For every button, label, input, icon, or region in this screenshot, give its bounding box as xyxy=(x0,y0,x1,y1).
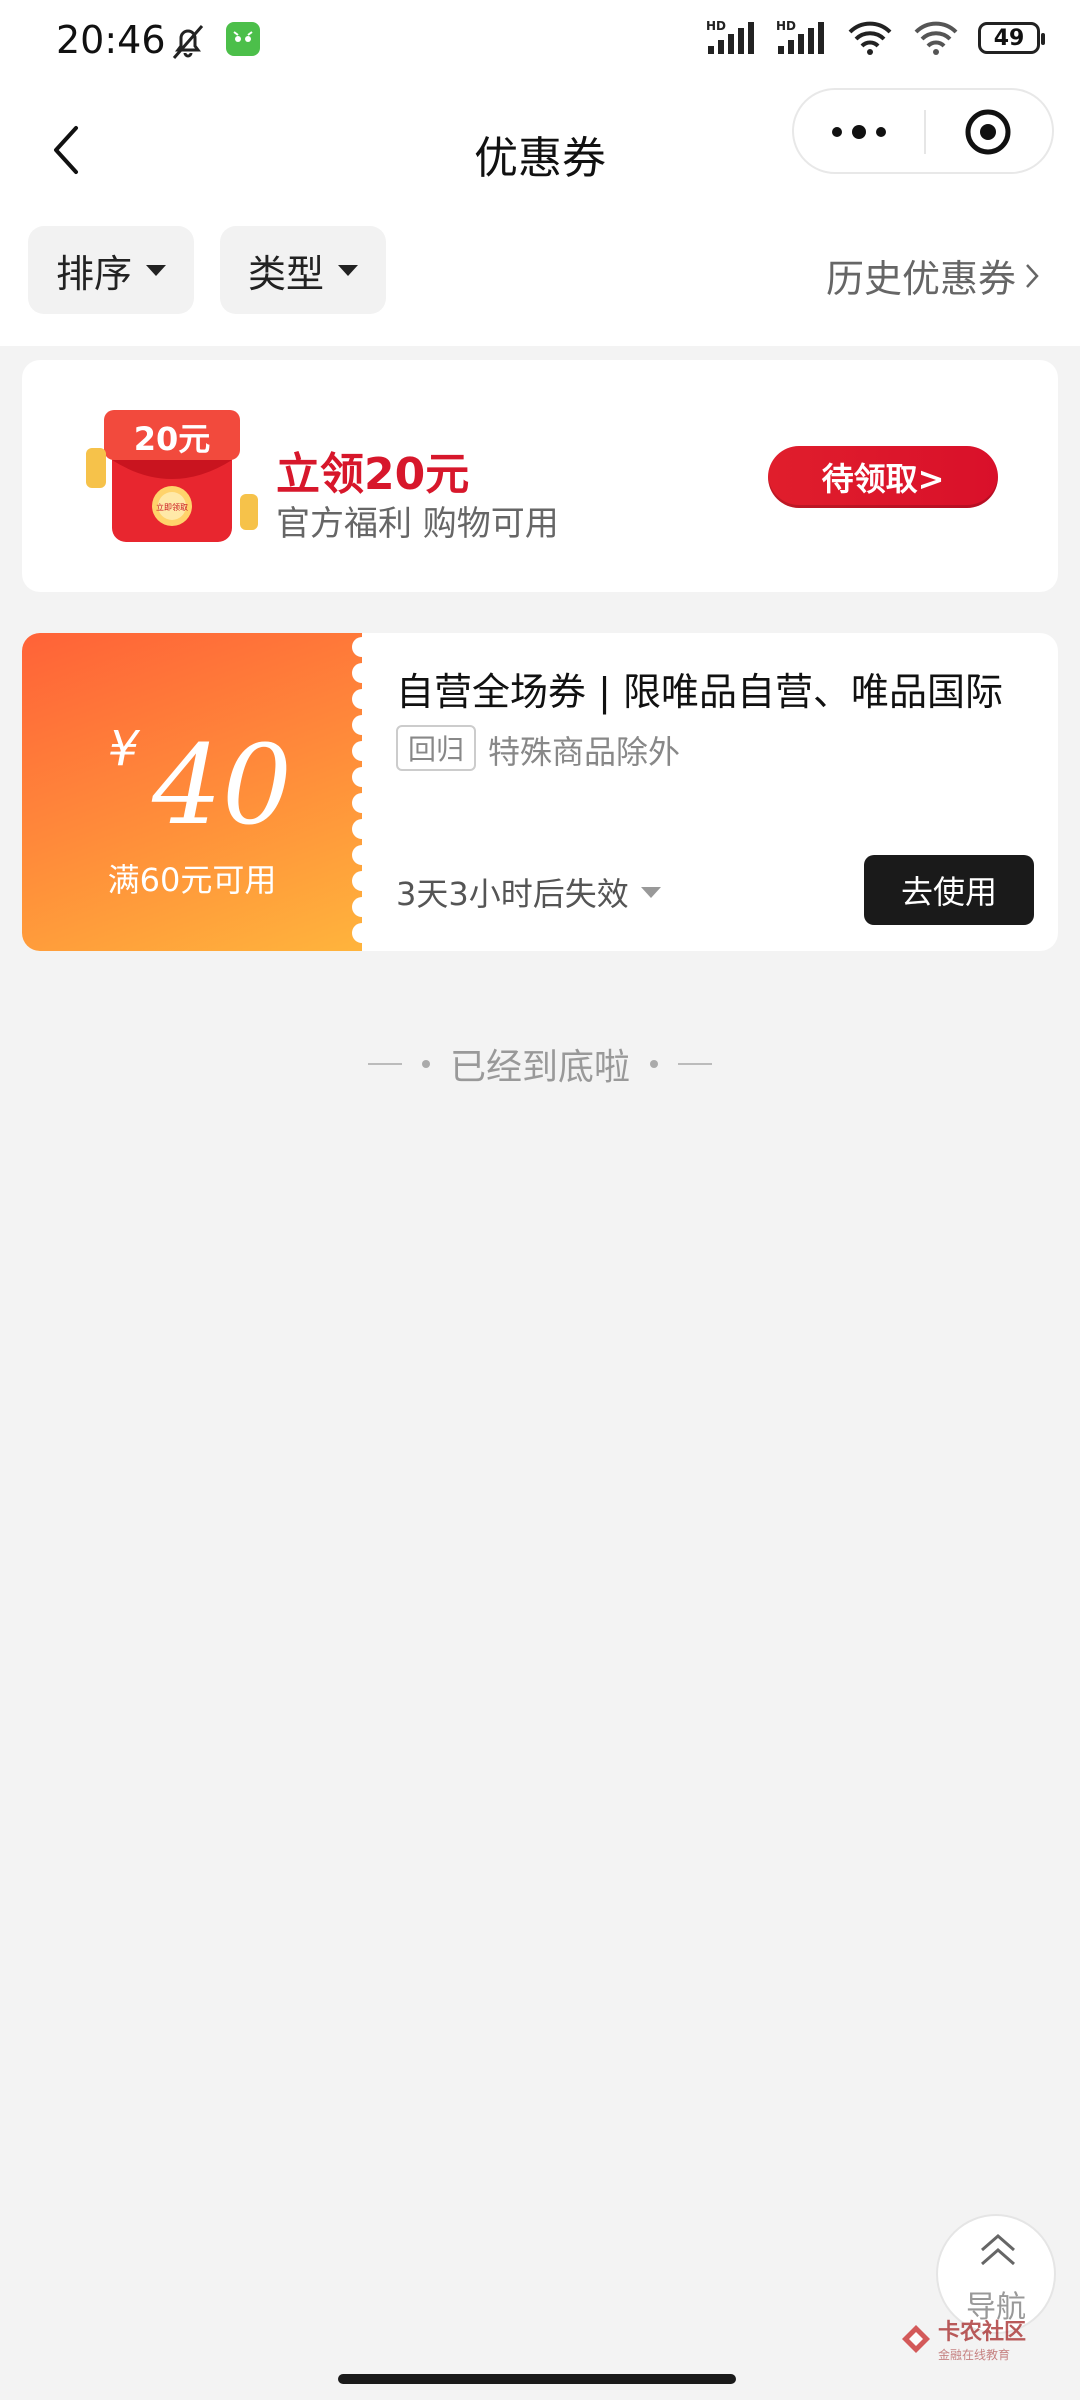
wifi-secondary-icon xyxy=(914,21,958,55)
sort-dropdown[interactable]: 排序 xyxy=(28,226,194,314)
double-chevron-up-icon xyxy=(981,2234,1015,2266)
watermark-subtext: 金融在线教育 xyxy=(938,2348,1011,2362)
app-notification-icon xyxy=(226,22,260,56)
hd-signal-icon-2: HD xyxy=(776,19,824,54)
perforation-edge xyxy=(352,633,374,951)
coupon-tag: 回归 xyxy=(396,725,477,771)
end-text: 已经到底啦 xyxy=(449,1047,630,1088)
watermark: 卡农社区 金融在线教育 xyxy=(900,2314,1026,2363)
coupon-amount: 40 xyxy=(152,721,292,849)
divider-dash xyxy=(678,1063,712,1065)
filter-bar: 排序 类型 历史优惠券 xyxy=(0,214,1080,346)
status-time: 20:46 xyxy=(56,18,166,62)
coupon-card: ¥ 40 满60元可用 自营全场券 | 限唯品自营、唯品国际 回归 特殊商品除外… xyxy=(22,633,1058,951)
caret-down-icon xyxy=(338,264,358,276)
promo-card[interactable]: 20元 立即领取 立领20元 官方福利 购物可用 待领取> xyxy=(22,360,1058,592)
svg-text:HD: HD xyxy=(706,19,726,33)
envelope-amount: 20元 xyxy=(134,420,211,458)
status-bar: 20:46 HD HD 49 xyxy=(0,0,1080,84)
divider-dash xyxy=(367,1063,402,1065)
end-of-list: 已经到底啦 xyxy=(0,1038,1080,1090)
battery-indicator: 49 xyxy=(978,22,1045,54)
battery-level: 49 xyxy=(993,25,1025,51)
expiry-toggle[interactable]: 3天3小时后失效 xyxy=(396,869,661,915)
more-dots-icon xyxy=(832,125,886,139)
red-envelope-icon: 20元 立即领取 xyxy=(86,410,258,542)
watermark-text: 卡农社区 xyxy=(938,2320,1027,2345)
status-right-group: HD HD 49 xyxy=(706,18,1045,58)
type-label: 类型 xyxy=(247,251,324,296)
promo-subtitle: 官方福利 购物可用 xyxy=(276,504,559,544)
caret-down-icon xyxy=(146,264,166,276)
watermark-logo-icon xyxy=(902,2324,930,2353)
hd-signal-icon: HD xyxy=(706,19,754,54)
use-coupon-button[interactable]: 去使用 xyxy=(864,855,1034,925)
close-miniapp-button[interactable] xyxy=(924,90,1052,174)
caret-down-icon xyxy=(640,886,661,898)
divider-dot xyxy=(421,1060,430,1068)
envelope-badge: 立即领取 xyxy=(156,502,188,512)
bell-off-icon xyxy=(172,25,204,59)
coupon-title: 自营全场券 | 限唯品自营、唯品国际 xyxy=(396,670,1003,714)
wifi-icon xyxy=(848,21,892,55)
target-close-icon xyxy=(965,109,1011,155)
sort-label: 排序 xyxy=(55,251,132,296)
navigation-header: 优惠券 xyxy=(0,84,1080,214)
history-label: 历史优惠券 xyxy=(825,257,1016,301)
more-button[interactable] xyxy=(794,90,924,174)
miniapp-capsule xyxy=(792,88,1054,174)
chevron-right-icon xyxy=(1026,263,1039,288)
promo-title: 立领20元 xyxy=(276,449,470,500)
svg-text:HD: HD xyxy=(776,19,796,33)
type-dropdown[interactable]: 类型 xyxy=(220,226,386,314)
coupon-value-panel: ¥ 40 满60元可用 xyxy=(22,633,362,951)
coupon-description: 特殊商品除外 xyxy=(488,733,681,771)
currency-symbol: ¥ xyxy=(108,721,139,777)
expiry-text: 3天3小时后失效 xyxy=(396,875,629,913)
coupon-threshold: 满60元可用 xyxy=(107,861,277,899)
claim-button[interactable]: 待领取> xyxy=(768,446,998,508)
divider-dot xyxy=(650,1060,658,1068)
history-coupons-link[interactable]: 历史优惠券 xyxy=(826,248,1040,303)
home-indicator[interactable] xyxy=(338,2374,736,2384)
